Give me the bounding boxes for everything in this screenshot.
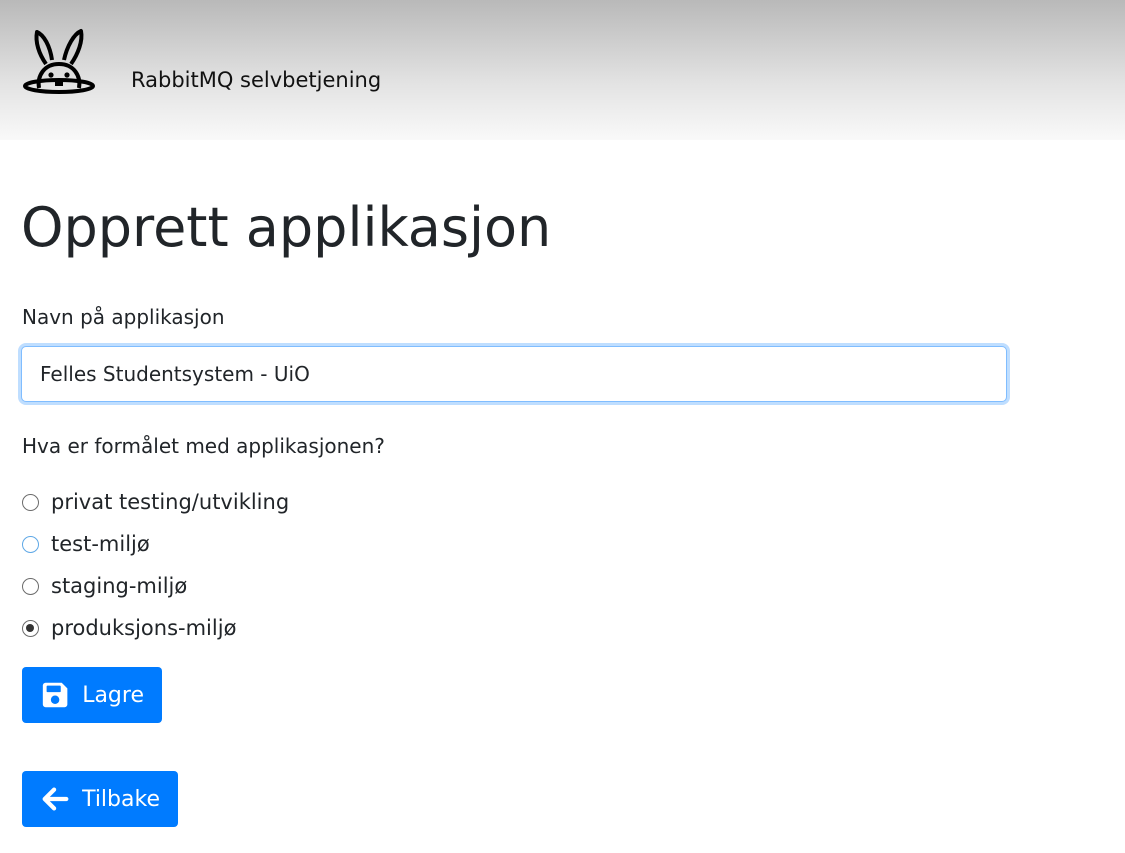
radio-label-staging[interactable]: staging-miljø <box>51 574 187 598</box>
radio-option-test[interactable]: test-miljø <box>22 531 150 557</box>
save-button[interactable]: Lagre <box>22 667 162 723</box>
radio-option-staging[interactable]: staging-miljø <box>22 573 187 599</box>
radio-label-production[interactable]: produksjons-miljø <box>51 616 236 640</box>
radio-option-private[interactable]: privat testing/utvikling <box>22 489 289 515</box>
header: RabbitMQ selvbetjening <box>0 0 1125 140</box>
save-icon <box>42 682 68 708</box>
app-brand[interactable]: RabbitMQ selvbetjening <box>131 68 381 92</box>
radio-production[interactable] <box>22 619 39 637</box>
radio-label-test[interactable]: test-miljø <box>51 532 150 556</box>
radio-private[interactable] <box>22 493 39 511</box>
radio-staging[interactable] <box>22 577 39 595</box>
name-label: Navn på applikasjon <box>22 305 225 329</box>
name-input[interactable] <box>21 346 1007 402</box>
page-title: Opprett applikasjon <box>21 196 552 259</box>
back-button[interactable]: Tilbake <box>22 771 178 827</box>
radio-label-private[interactable]: privat testing/utvikling <box>51 490 289 514</box>
purpose-label: Hva er formålet med applikasjonen? <box>22 434 385 458</box>
rabbit-icon <box>23 29 95 94</box>
back-button-label: Tilbake <box>82 786 160 812</box>
radio-test[interactable] <box>22 535 39 553</box>
arrow-left-icon <box>42 787 69 811</box>
save-button-label: Lagre <box>82 682 144 708</box>
radio-option-production[interactable]: produksjons-miljø <box>22 615 236 641</box>
